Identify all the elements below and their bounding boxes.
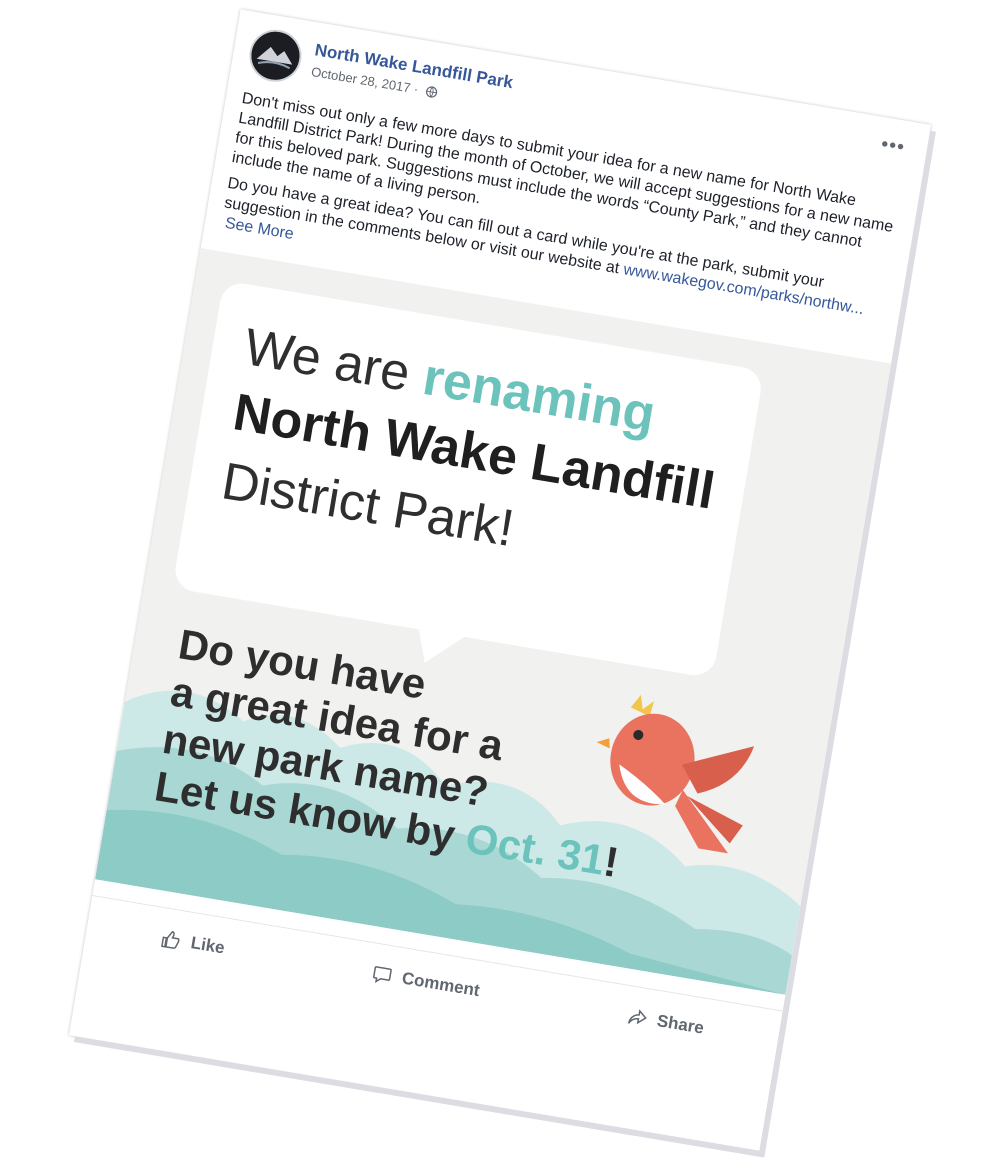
bird-illustration: [596, 694, 755, 854]
facebook-post-card: North Wake Landfill Park October 28, 201…: [68, 9, 932, 1151]
more-options-icon[interactable]: •••: [879, 133, 906, 159]
comment-icon: [373, 966, 393, 984]
share-button[interactable]: Share: [626, 1006, 705, 1038]
page-avatar[interactable]: [245, 25, 306, 86]
park-logo-icon: [251, 31, 300, 80]
post-image[interactable]: We are renaming North Wake Landfill Dist…: [95, 248, 892, 995]
comment-label: Comment: [400, 968, 482, 1001]
thumbs-up-icon: [161, 930, 180, 949]
like-label: Like: [189, 933, 227, 958]
globe-icon: [424, 85, 438, 102]
like-button[interactable]: Like: [160, 928, 226, 958]
comment-button[interactable]: Comment: [371, 963, 481, 1001]
share-label: Share: [655, 1011, 706, 1038]
share-arrow-icon: [627, 1009, 647, 1025]
